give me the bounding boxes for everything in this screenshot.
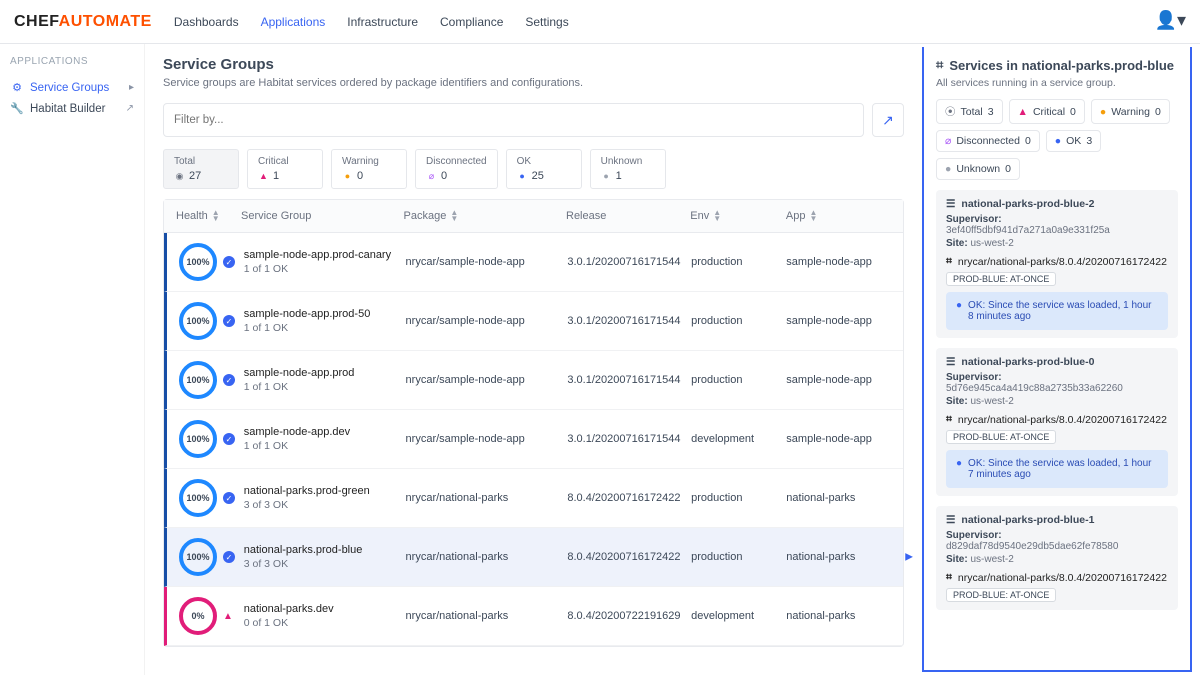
stat-disconnected[interactable]: Disconnected⌀0 — [415, 149, 498, 189]
stat-unknown[interactable]: Unknown●1 — [590, 149, 666, 189]
service-card[interactable]: ☰national-parks-prod-blue-1 Supervisor: … — [936, 506, 1178, 610]
stat-critical[interactable]: Critical▲1 — [247, 149, 323, 189]
list-icon: ☰ — [946, 356, 955, 368]
table-row[interactable]: 0%▲ national-parks.dev0 of 1 OK nrycar/n… — [164, 587, 903, 646]
service-card[interactable]: ☰national-parks-prod-blue-2 Supervisor: … — [936, 190, 1178, 338]
logo: CHEFAUTOMATE — [14, 13, 152, 31]
ok-status: ●OK: Since the service was loaded, 1 hou… — [946, 292, 1168, 330]
service-tag: PROD-BLUE: AT-ONCE — [946, 430, 1056, 444]
page-subtitle: Service groups are Habitat services orde… — [163, 77, 904, 89]
chevron-right-icon: ▶ — [905, 552, 913, 563]
health-donut: 100% — [179, 479, 217, 517]
nav-settings[interactable]: Settings — [525, 15, 568, 29]
panel-subtitle: All services running in a service group. — [936, 77, 1178, 89]
column-release[interactable]: Release — [566, 210, 690, 222]
ok-icon: ✓ — [223, 315, 235, 327]
health-donut: 100% — [179, 361, 217, 399]
column-app[interactable]: App▲▼ — [786, 210, 891, 222]
nav-dashboards[interactable]: Dashboards — [174, 15, 239, 29]
table-row[interactable]: 100%✓ sample-node-app.prod-canary1 of 1 … — [164, 233, 903, 292]
panel-title: ⌗Services in national-parks.prod-blue — [936, 57, 1178, 73]
sidebar: APPLICATIONS ⚙Service Groups▸🔧Habitat Bu… — [0, 44, 145, 675]
main-content: Service Groups Service groups are Habita… — [145, 44, 922, 675]
top-nav: Dashboards Applications Infrastructure Comp… — [174, 15, 569, 29]
column-health[interactable]: Health▲▼ — [176, 210, 241, 222]
chip-ok[interactable]: ●OK3 — [1046, 130, 1101, 152]
stat-total[interactable]: Total◉27 — [163, 149, 239, 189]
list-icon: ☰ — [946, 514, 955, 526]
service-tag: PROD-BLUE: AT-ONCE — [946, 272, 1056, 286]
service-card[interactable]: ☰national-parks-prod-blue-0 Supervisor: … — [936, 348, 1178, 496]
sidebar-icon: ⚙ — [10, 81, 24, 94]
filter-input[interactable] — [163, 103, 864, 137]
sidebar-item-habitat-builder[interactable]: 🔧Habitat Builder↗ — [10, 98, 134, 119]
table-row[interactable]: 100%✓ national-parks.prod-green3 of 3 OK… — [164, 469, 903, 528]
chip-unknown[interactable]: ●Unknown0 — [936, 158, 1020, 180]
table-row[interactable]: 100%✓ sample-node-app.prod1 of 1 OK nryc… — [164, 351, 903, 410]
ok-icon: ✓ — [223, 551, 235, 563]
service-groups-table: Health▲▼Service GroupPackage▲▼ReleaseEnv… — [163, 199, 904, 647]
chip-disconnected[interactable]: ⌀Disconnected0 — [936, 130, 1040, 152]
column-service-group[interactable]: Service Group — [241, 210, 404, 222]
ok-icon: ✓ — [223, 433, 235, 445]
ok-status: ●OK: Since the service was loaded, 1 hou… — [946, 450, 1168, 488]
health-donut: 100% — [179, 302, 217, 340]
services-panel: ⌗Services in national-parks.prod-blue Al… — [922, 47, 1192, 672]
column-package[interactable]: Package▲▼ — [404, 210, 567, 222]
user-menu[interactable]: 👤▾ — [1155, 10, 1186, 31]
chip-total[interactable]: ⦿Total3 — [936, 99, 1003, 124]
sidebar-icon: 🔧 — [10, 102, 24, 115]
share-button[interactable]: ↗ — [872, 103, 904, 137]
nav-applications[interactable]: Applications — [261, 15, 326, 29]
sidebar-item-service-groups[interactable]: ⚙Service Groups▸ — [10, 77, 134, 98]
table-row[interactable]: 100%✓ sample-node-app.prod-501 of 1 OK n… — [164, 292, 903, 351]
ok-icon: ✓ — [223, 492, 235, 504]
service-tag: PROD-BLUE: AT-ONCE — [946, 588, 1056, 602]
health-donut: 100% — [179, 243, 217, 281]
sidebar-header: APPLICATIONS — [10, 56, 134, 67]
ok-icon: ✓ — [223, 374, 235, 386]
nav-compliance[interactable]: Compliance — [440, 15, 503, 29]
ok-icon: ✓ — [223, 256, 235, 268]
page-title: Service Groups — [163, 56, 904, 73]
health-donut: 100% — [179, 538, 217, 576]
list-icon: ☰ — [946, 198, 955, 210]
stat-warning[interactable]: Warning●0 — [331, 149, 407, 189]
column-env[interactable]: Env▲▼ — [690, 210, 786, 222]
chip-critical[interactable]: ▲Critical0 — [1009, 99, 1085, 124]
chip-warning[interactable]: ●Warning0 — [1091, 99, 1170, 124]
health-donut: 0% — [179, 597, 217, 635]
table-row[interactable]: 100%✓ sample-node-app.dev1 of 1 OK nryca… — [164, 410, 903, 469]
critical-icon: ▲ — [223, 611, 233, 622]
stat-ok[interactable]: OK●25 — [506, 149, 582, 189]
table-row[interactable]: 100%✓ national-parks.prod-blue3 of 3 OK … — [164, 528, 903, 587]
nav-infrastructure[interactable]: Infrastructure — [347, 15, 418, 29]
health-donut: 100% — [179, 420, 217, 458]
